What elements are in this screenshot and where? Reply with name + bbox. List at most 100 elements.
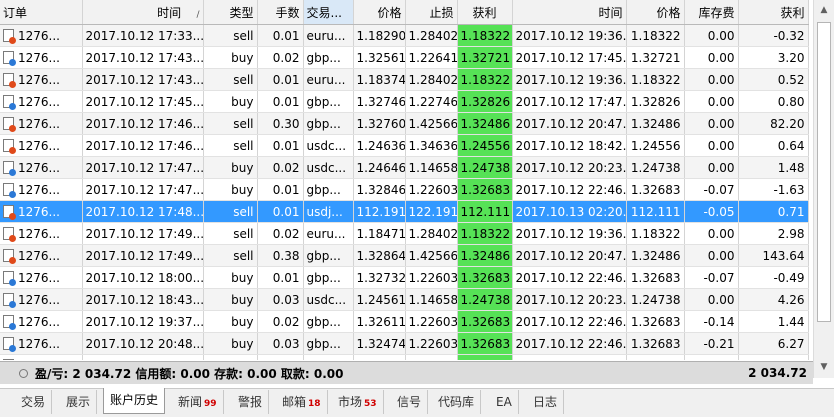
- symbol-cell: usdc...: [303, 134, 354, 157]
- column-header-profit[interactable]: 获利: [738, 0, 809, 25]
- stop-loss-cell: 1.22603: [405, 266, 458, 289]
- table-row[interactable]: 1276... 2017.10.12 17:46... sell 0.01 usdc..…: [0, 134, 809, 157]
- column-header-order[interactable]: 订单: [0, 0, 83, 25]
- lots-cell: 0.01: [257, 24, 304, 47]
- swap-cell: 0.00: [684, 68, 739, 91]
- tab-4[interactable]: 警报: [232, 390, 270, 414]
- sort-indicator-icon: /: [196, 9, 200, 20]
- lots-cell: 0.38: [257, 244, 304, 267]
- type-cell: sell: [203, 112, 258, 135]
- table-row[interactable]: 1276... 2017.10.12 17:47... buy 0.02 usdc...…: [0, 156, 809, 179]
- open-price-cell: 1.32746: [353, 90, 406, 113]
- profit-cell: 3.20: [738, 46, 809, 69]
- open-price-cell: 1.32760: [353, 112, 406, 135]
- type-cell: buy: [203, 310, 258, 333]
- table-row[interactable]: 1276... 2017.10.12 17:48... sell 0.01 usdj..…: [0, 200, 809, 223]
- column-header-close-time[interactable]: 时间: [512, 0, 627, 25]
- column-header-label: 止损: [429, 5, 454, 20]
- tab-9[interactable]: EA: [490, 390, 519, 414]
- close-price-cell: 1.32486: [626, 112, 685, 135]
- column-header-swap[interactable]: 库存费: [684, 0, 739, 25]
- close-time-cell: 2017.10.12 20:23...: [512, 156, 627, 179]
- scroll-up-arrow-icon[interactable]: ▲: [816, 2, 832, 18]
- table-row[interactable]: 1276... 2017.10.12 19:37... buy 0.02 gbp... 1…: [0, 310, 809, 333]
- column-header-label: 交易...: [306, 5, 342, 20]
- scroll-down-arrow-icon[interactable]: ▼: [816, 359, 832, 375]
- swap-cell: -0.07: [684, 178, 739, 201]
- take-profit-cell: 1.32683: [457, 332, 513, 355]
- scrollbar-thumb[interactable]: [817, 22, 831, 322]
- column-header-close-price[interactable]: 价格: [626, 0, 685, 25]
- open-time-cell: 2017.10.12 17:33...: [82, 24, 204, 47]
- tab-3[interactable]: 新闻 99: [172, 390, 224, 414]
- column-header-open-time[interactable]: 时间 /: [82, 0, 204, 25]
- take-profit-cell: 1.32486: [457, 112, 513, 135]
- open-time-cell: 2017.10.12 19:37...: [82, 310, 204, 333]
- stop-loss-cell: 1.28402: [405, 68, 458, 91]
- table-row[interactable]: 1276...2017.10.12 22:46...buy0.01gbp...1…: [0, 354, 809, 360]
- summary-circle-icon: [19, 368, 28, 378]
- profit-cell: 143.64: [738, 244, 809, 267]
- tab-label: 信号: [397, 395, 422, 409]
- vertical-scrollbar[interactable]: ▲ ▼: [813, 0, 834, 378]
- stop-loss-cell: 1.22641: [405, 46, 458, 69]
- table-row[interactable]: 1276... 2017.10.12 18:00... buy 0.01 gbp... 1…: [0, 266, 809, 289]
- stop-loss-cell: 1.34636: [405, 134, 458, 157]
- buy-order-icon: [3, 315, 16, 330]
- close-time-cell: 2017.10.12 17:45...: [512, 46, 627, 69]
- tab-0[interactable]: 交易: [15, 390, 53, 414]
- order-cell: 1276...: [0, 112, 83, 135]
- symbol-cell: euru...: [303, 24, 354, 47]
- table-row[interactable]: 1276... 2017.10.12 18:43... buy 0.03 usdc...…: [0, 288, 809, 311]
- table-row[interactable]: 1276... 2017.10.12 17:43... sell 0.01 euru..…: [0, 68, 809, 91]
- column-header-symbol[interactable]: 交易...: [303, 0, 354, 25]
- order-cell: 1276...: [0, 354, 83, 360]
- close-time-cell: 2017.10.12 22:46...: [512, 310, 627, 333]
- tab-5[interactable]: 邮箱 18: [276, 390, 328, 414]
- table-row[interactable]: 1276... 2017.10.12 17:43... buy 0.02 gbp... 1…: [0, 46, 809, 69]
- buy-order-icon: [3, 359, 14, 360]
- take-profit-cell: 1.32683: [457, 266, 513, 289]
- table-row[interactable]: 1276... 2017.10.12 17:46... sell 0.30 gbp...…: [0, 112, 809, 135]
- close-price-cell: 1.32683: [626, 310, 685, 333]
- order-cell: 1276...: [0, 222, 83, 245]
- tab-8[interactable]: 代码库: [432, 390, 482, 414]
- order-id-text: 1276...: [18, 336, 60, 351]
- open-time-cell: 2017.10.12 18:43...: [82, 288, 204, 311]
- table-row[interactable]: 1276... 2017.10.12 17:33... sell 0.01 euru..…: [0, 24, 809, 47]
- take-profit-cell: 1.18322: [457, 68, 513, 91]
- column-header-open-price[interactable]: 价格: [353, 0, 406, 25]
- tab-10[interactable]: 日志: [527, 390, 565, 414]
- column-header-lots[interactable]: 手数: [257, 0, 304, 25]
- history-table: 订单 时间 / 类型 手数 交易... 价格 止损 获利 时间 价格 库存费 获…: [0, 0, 809, 360]
- column-header-take-profit[interactable]: 获利: [457, 0, 513, 25]
- table-row[interactable]: 1276... 2017.10.12 17:45... buy 0.01 gbp... 1…: [0, 90, 809, 113]
- stop-loss-cell: 1.22603: [405, 178, 458, 201]
- symbol-cell: euru...: [303, 222, 354, 245]
- symbol-cell: euru...: [303, 68, 354, 91]
- table-row[interactable]: 1276... 2017.10.12 17:49... sell 0.02 euru..…: [0, 222, 809, 245]
- symbol-cell: gbp...: [303, 244, 354, 267]
- open-price-cell: 112.191: [353, 200, 406, 223]
- swap-cell: 0.00: [684, 134, 739, 157]
- tab-6[interactable]: 市场 53: [332, 390, 384, 414]
- column-header-type[interactable]: 类型: [203, 0, 258, 25]
- order-cell: 1276...: [0, 200, 83, 223]
- type-cell: buy: [203, 178, 258, 201]
- history-grid: 订单 时间 / 类型 手数 交易... 价格 止损 获利 时间 价格 库存费 获…: [0, 0, 813, 360]
- lots-cell: 0.02: [257, 156, 304, 179]
- tab-7[interactable]: 信号: [391, 390, 429, 414]
- stop-loss-cell: 1.42566: [405, 244, 458, 267]
- tab-1[interactable]: 展示: [60, 390, 98, 414]
- table-row[interactable]: 1276... 2017.10.12 17:47... buy 0.01 gbp... 1…: [0, 178, 809, 201]
- history-rows: 1276... 2017.10.12 17:33... sell 0.01 euru..…: [0, 24, 809, 360]
- table-row[interactable]: 1276... 2017.10.12 20:48... buy 0.03 gbp... 1…: [0, 332, 809, 355]
- stop-loss-cell: 122.191: [405, 200, 458, 223]
- lots-cell: 0.30: [257, 112, 304, 135]
- tab-2[interactable]: 账户历史: [103, 388, 166, 414]
- take-profit-cell: 112.111: [457, 200, 513, 223]
- column-header-stop-loss[interactable]: 止损: [405, 0, 458, 25]
- table-row[interactable]: 1276... 2017.10.12 17:49... sell 0.38 gbp...…: [0, 244, 809, 267]
- order-id-text: 1276...: [18, 138, 60, 153]
- close-price-cell: 1.32683: [626, 266, 685, 289]
